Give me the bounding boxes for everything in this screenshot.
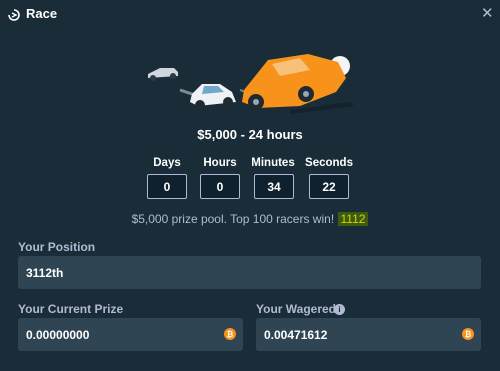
prize-pool-highlight: 1112 [337, 212, 369, 226]
prize-pool-description: $5,000 prize pool. Top 100 racers win! [131, 212, 335, 226]
info-icon[interactable]: i [334, 304, 345, 315]
minutes-label: Minutes [251, 157, 295, 169]
front-car [242, 54, 354, 114]
minutes-value: 34 [254, 174, 294, 199]
prize-title: $5,000 - 24 hours [197, 127, 303, 142]
wagered-label: Your Wagered [256, 302, 337, 316]
close-icon[interactable]: ✕ [481, 6, 494, 21]
race-cars-illustration [148, 54, 354, 114]
current-prize-label: Your Current Prize [18, 302, 124, 316]
race-icon [8, 9, 20, 21]
bitcoin-icon: ₿ [224, 328, 236, 340]
bitcoin-icon: ₿ [462, 328, 474, 340]
seconds-label: Seconds [305, 157, 353, 169]
position-label: Your Position [18, 240, 96, 254]
far-car [148, 68, 178, 81]
position-value: 3112th [26, 265, 64, 280]
seconds-value: 22 [309, 174, 349, 199]
middle-car [190, 84, 236, 110]
wagered-field: 0.00471612 ₿ [256, 318, 481, 351]
current-prize-value: 0.00000000 [26, 327, 90, 342]
modal-header: Race ✕ [0, 0, 500, 30]
days-value: 0 [147, 174, 187, 199]
days-label: Days [153, 157, 181, 169]
hours-value: 0 [200, 174, 240, 199]
modal-title: Race [26, 6, 58, 21]
prize-pool-text: $5,000 prize pool. Top 100 racers win! 1… [0, 212, 500, 226]
position-field: 3112th [18, 256, 481, 289]
current-prize-field: 0.00000000 ₿ [18, 318, 243, 351]
wagered-value: 0.00471612 [264, 327, 328, 342]
hours-label: Hours [203, 157, 237, 169]
